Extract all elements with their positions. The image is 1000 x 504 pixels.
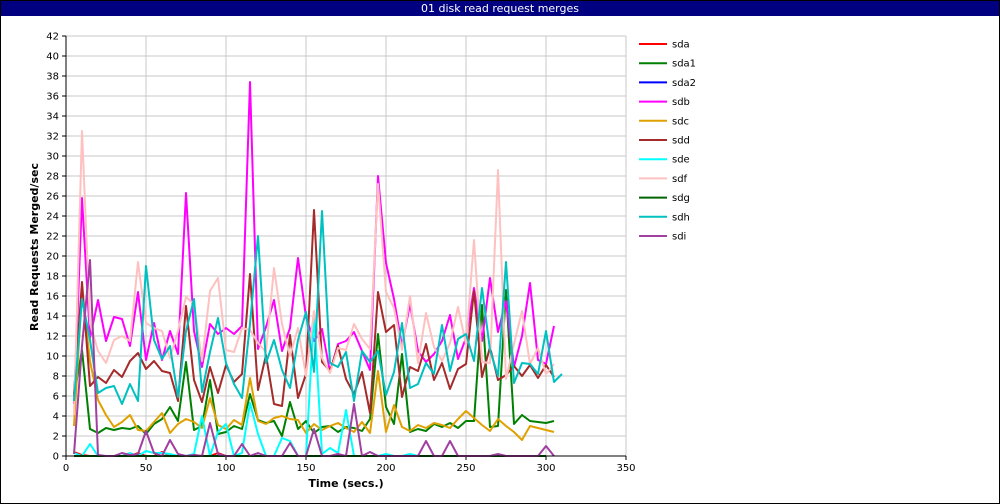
- x-tick-label: 150: [296, 463, 315, 474]
- legend-label-sda: sda: [672, 40, 690, 51]
- y-tick-label: 10: [46, 352, 59, 363]
- legend-label-sdd: sdd: [672, 136, 690, 147]
- y-tick-label: 28: [46, 172, 59, 183]
- x-tick-label: 300: [536, 463, 555, 474]
- y-tick-label: 12: [46, 332, 59, 343]
- x-tick-label: 100: [216, 463, 235, 474]
- x-tick-label: 0: [63, 463, 69, 474]
- legend-label-sdb: sdb: [672, 97, 690, 108]
- y-tick-label: 24: [46, 212, 59, 223]
- y-tick-label: 22: [46, 232, 59, 243]
- y-tick-label: 30: [46, 152, 59, 163]
- legend-label-sdh: sdh: [672, 212, 690, 223]
- y-tick-label: 2: [53, 432, 59, 443]
- legend-label-sdf: sdf: [672, 174, 688, 185]
- y-tick-label: 0: [53, 452, 59, 463]
- legend-label-sda1: sda1: [672, 59, 696, 70]
- y-tick-label: 32: [46, 132, 59, 143]
- x-tick-label: 350: [616, 463, 635, 474]
- axes: [65, 36, 626, 457]
- y-tick-label: 40: [46, 52, 59, 63]
- y-tick-label: 4: [53, 412, 59, 423]
- y-tick-label: 42: [46, 32, 59, 43]
- x-tick-label: 250: [456, 463, 475, 474]
- y-tick-label: 34: [46, 112, 59, 123]
- y-tick-label: 8: [53, 372, 59, 383]
- window-title: 01 disk read request merges: [1, 1, 999, 16]
- legend-label-sdg: sdg: [672, 193, 690, 204]
- legend: sda sda1 sda2 sdb sdc sdd sde sdf sdg sdh sdi: [639, 40, 696, 243]
- y-tick-label: 26: [46, 192, 59, 203]
- legend-label-sde: sde: [672, 155, 690, 166]
- y-tick-label: 14: [46, 312, 59, 323]
- x-tick-label: 50: [140, 463, 153, 474]
- line-chart: 0 50 100 150 200 250 300 3500246810121416182022…: [28, 32, 696, 491]
- chart-window: 01 disk read request merges 0 50 100 150 200…: [0, 0, 1000, 504]
- axis-ticks: 0 50 100 150 200 250 300 3500246810121416182022…: [46, 32, 635, 475]
- legend-label-sdc: sdc: [672, 116, 689, 127]
- y-tick-label: 20: [46, 252, 59, 263]
- legend-label-sdi: sdi: [672, 232, 686, 243]
- y-axis-label: Read Requests Merged/sec: [28, 163, 41, 331]
- grid: [65, 35, 627, 457]
- series-lines: [73, 81, 563, 457]
- y-tick-label: 16: [46, 292, 59, 303]
- x-tick-label: 200: [376, 463, 395, 474]
- y-tick-label: 18: [46, 272, 59, 283]
- x-axis-label: Time (secs.): [308, 477, 383, 490]
- y-tick-label: 36: [46, 92, 59, 103]
- legend-label-sda2: sda2: [672, 78, 696, 89]
- y-tick-label: 6: [53, 392, 59, 403]
- y-tick-label: 38: [46, 72, 59, 83]
